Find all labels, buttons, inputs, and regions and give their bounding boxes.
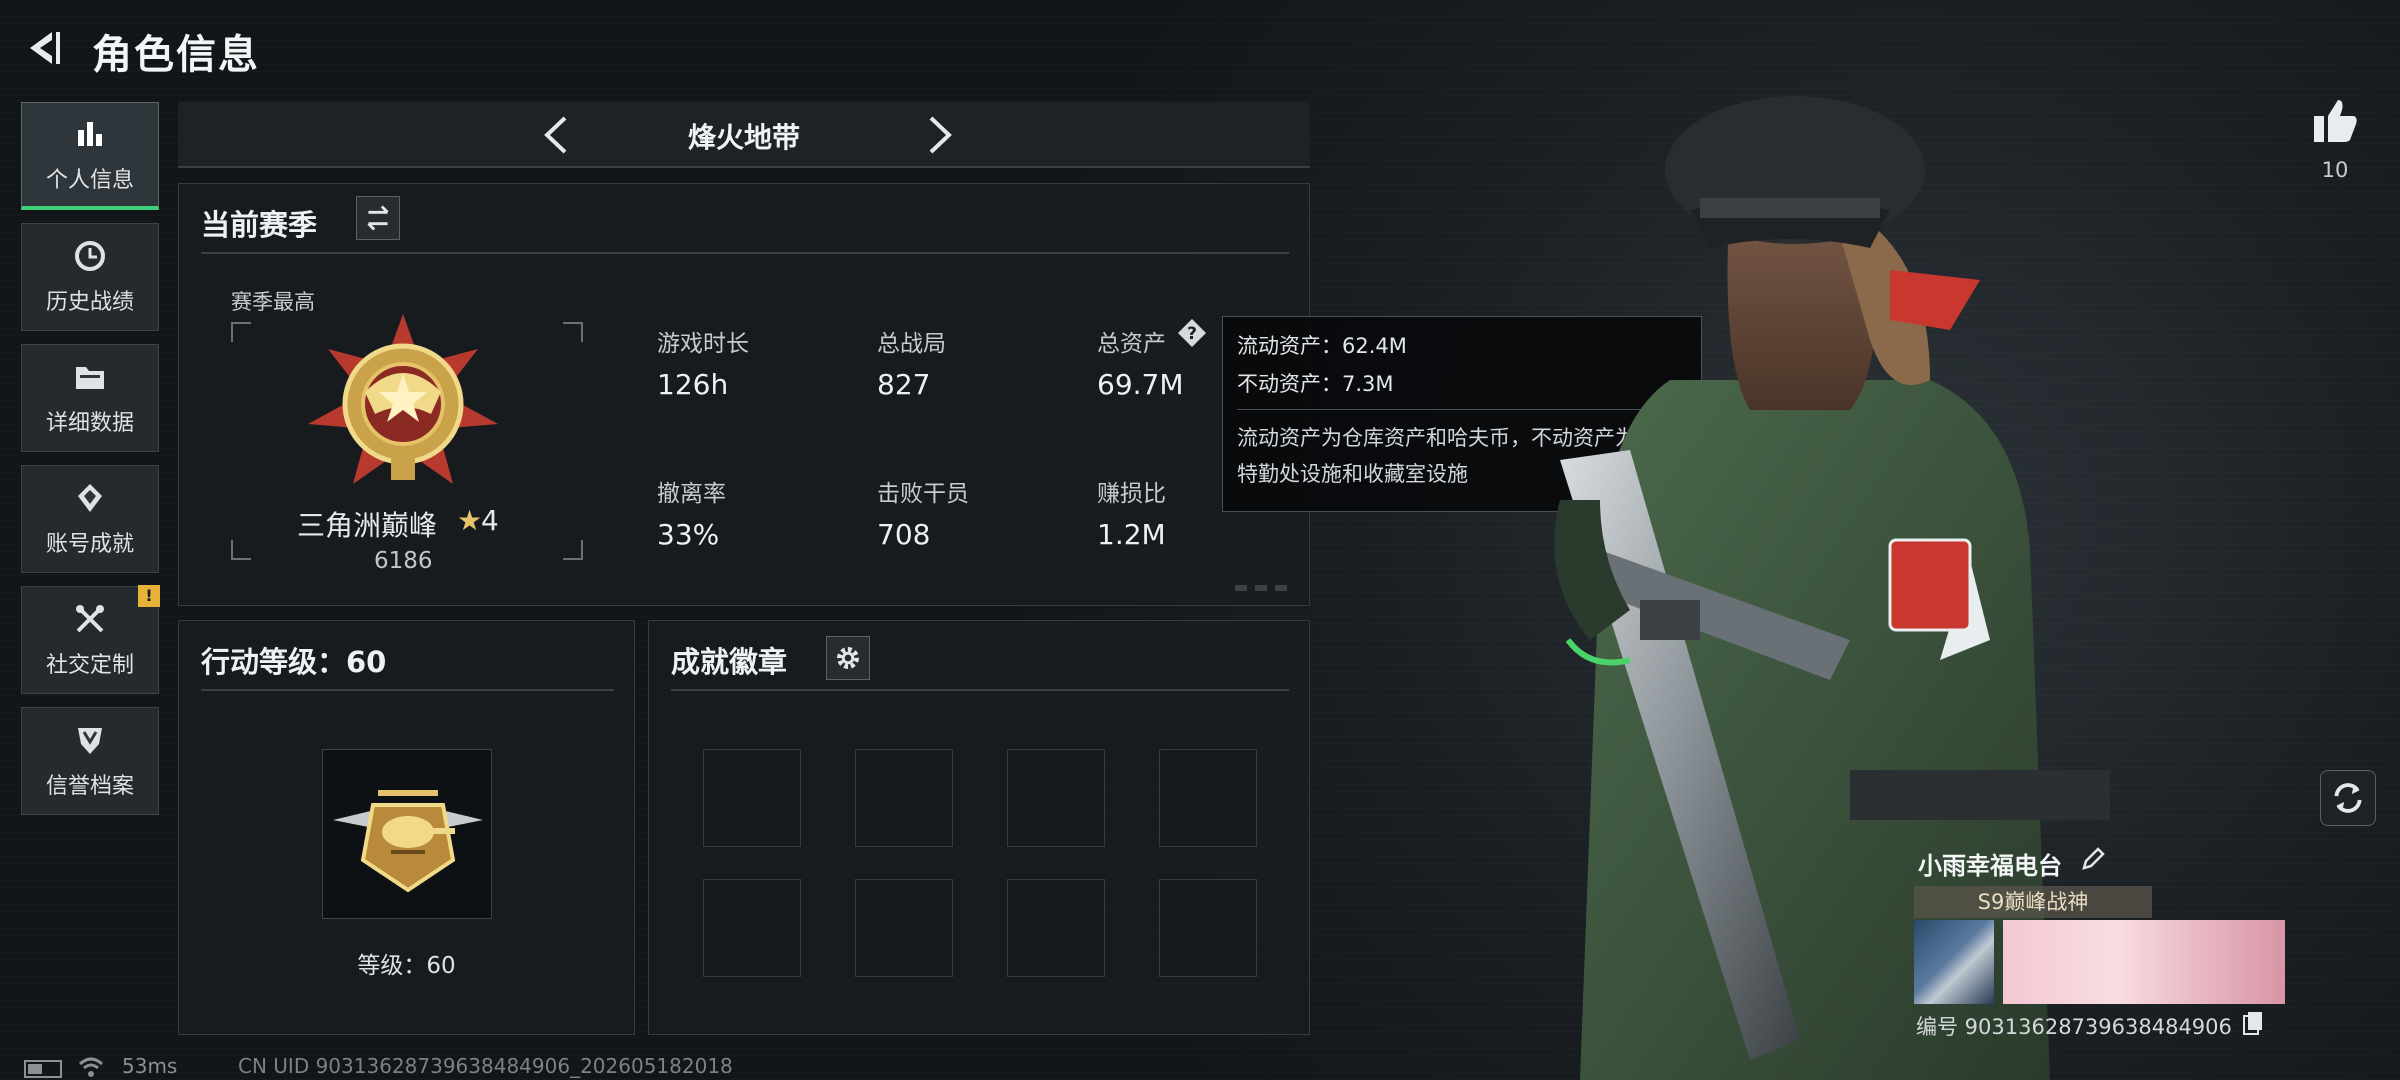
stat-value: 126h	[657, 368, 729, 401]
warning-badge: !	[138, 585, 160, 607]
nav-item-label: 账号成就	[45, 532, 134, 557]
badge-slot[interactable]	[703, 749, 801, 847]
badge-slot[interactable]	[1007, 749, 1105, 847]
stat-value: 708	[877, 518, 931, 551]
nav-item-achievements[interactable]: 账号成就	[21, 465, 159, 573]
profile-banner	[2003, 920, 2285, 1004]
nav-item-label: 历史战绩	[45, 290, 134, 315]
badge-settings-button[interactable]	[826, 636, 870, 680]
stat-label: 总战局	[877, 331, 946, 357]
stat-value: 827	[877, 368, 931, 401]
frame-corner	[563, 540, 583, 560]
helicopter-badge-icon	[333, 790, 483, 893]
stat-profit-ratio: 赚损比 1.2M	[1097, 474, 1166, 551]
badges-title: 成就徽章	[671, 645, 788, 679]
stat-label: 击败干员	[877, 481, 969, 507]
shield-icon	[78, 728, 102, 754]
rotate-model-button[interactable]	[2320, 770, 2376, 826]
account-uid: CN UID 9031362873963848490​6_20260518201…	[238, 1054, 733, 1078]
nav-item-history[interactable]: 历史战绩	[21, 223, 159, 331]
stat-total-assets: 总资产 69.7M	[1097, 324, 1184, 401]
stat-label: 赚损比	[1097, 481, 1166, 507]
back-arrow-icon[interactable]	[22, 26, 66, 70]
action-level-title: 行动等级：60	[201, 645, 387, 679]
action-level-header: 行动等级：60	[201, 621, 614, 691]
player-title: S9巅峰战神	[1914, 886, 2152, 918]
badges-header: 成就徽章	[671, 621, 1289, 691]
stat-value: 33%	[657, 518, 720, 551]
swap-season-button[interactable]	[356, 196, 400, 240]
gear-icon	[837, 647, 859, 669]
stat-value: 69.7M	[1097, 368, 1184, 401]
rank-name: 三角洲巅峰	[297, 509, 438, 542]
chevron-right-icon[interactable]	[913, 110, 963, 160]
level-label: 等级：60	[357, 953, 456, 979]
achievement-badges-panel: 成就徽章	[648, 620, 1310, 1035]
rank-stars: 4	[481, 504, 499, 537]
nav-item-reputation[interactable]: 信誉档案	[21, 707, 159, 815]
stat-extract-rate: 撤离率 33%	[657, 474, 726, 551]
achievement-icon	[78, 484, 102, 512]
frame-corner	[563, 322, 583, 342]
player-card: 小雨幸福电台 S9巅峰战神 编号 9031362873963848490​6	[1910, 836, 2372, 1046]
season-title: 当前赛季	[201, 208, 318, 242]
frame-corner	[231, 322, 251, 342]
svg-text:?: ?	[1187, 324, 1197, 344]
bar-chart-icon	[78, 121, 102, 146]
nav-item-label: 社交定制	[45, 653, 134, 678]
stat-label: 总资产	[1097, 331, 1166, 357]
battery-icon	[24, 1060, 62, 1078]
stat-kills: 击败干员 708	[877, 474, 969, 551]
season-panel: 当前赛季 赛季最高 三角洲巅峰 ★ 4 6186 游戏时长 126h 总战局 8…	[178, 183, 1310, 606]
mode-name: 烽火地带	[687, 121, 800, 154]
wifi-icon	[78, 1057, 104, 1077]
stat-value: 1.2M	[1097, 518, 1166, 551]
page-title: 角色信息	[92, 32, 260, 78]
stat-label: 游戏时长	[657, 331, 749, 357]
badge-slot[interactable]	[703, 879, 801, 977]
frame-corner	[231, 540, 251, 560]
avatar[interactable]	[1914, 920, 1994, 1004]
stat-label: 撤离率	[657, 481, 726, 507]
nav-item-social-custom[interactable]: ! 社交定制	[21, 585, 160, 694]
action-level-panel: 行动等级：60 等级：60	[178, 620, 635, 1035]
nav-item-label: 详细数据	[45, 411, 134, 436]
refresh-icon	[2334, 783, 2362, 813]
badge-slot[interactable]	[1159, 749, 1257, 847]
mode-switcher: 烽火地带	[178, 102, 1310, 168]
nav-item-label: 个人信息	[45, 167, 134, 193]
player-name: 小雨幸福电台	[1918, 852, 2062, 880]
nav-item-personal-info[interactable]: 个人信息	[21, 102, 159, 210]
rank-score: 6186	[374, 548, 433, 574]
stat-play-time: 游戏时长 126h	[657, 324, 749, 401]
folder-icon	[76, 367, 104, 389]
clock-icon	[75, 241, 105, 271]
nav-item-label: 信誉档案	[45, 774, 134, 799]
like-count: 10	[2321, 158, 2349, 182]
badge-slot[interactable]	[1159, 879, 1257, 977]
badge-slot[interactable]	[1007, 879, 1105, 977]
ping-value: 53ms	[122, 1054, 178, 1078]
player-uid: 编号 9031362873963848490​6	[1916, 1015, 2232, 1039]
edit-icon[interactable]	[2078, 844, 2108, 874]
rank-emblem-icon	[308, 314, 498, 484]
thumbs-up-icon[interactable]	[2310, 96, 2360, 146]
side-nav: 个人信息 历史战绩 详细数据 账号成就 ! 社交定制 信誉档案	[21, 102, 160, 828]
corner-decoration	[1235, 585, 1287, 591]
badge-slot[interactable]	[855, 749, 953, 847]
nav-item-detailed-data[interactable]: 详细数据	[21, 344, 159, 452]
stat-total-matches: 总战局 827	[877, 324, 946, 401]
season-best-label: 赛季最高	[231, 290, 315, 314]
help-icon[interactable]: ?	[1177, 318, 1207, 348]
tools-icon	[76, 605, 104, 633]
badge-slot[interactable]	[855, 879, 953, 977]
star-icon: ★	[457, 504, 483, 537]
season-panel-header: 当前赛季	[201, 184, 1289, 254]
copy-icon[interactable]	[2242, 1010, 2264, 1036]
level-emblem[interactable]	[322, 749, 492, 919]
swap-icon	[367, 205, 389, 231]
